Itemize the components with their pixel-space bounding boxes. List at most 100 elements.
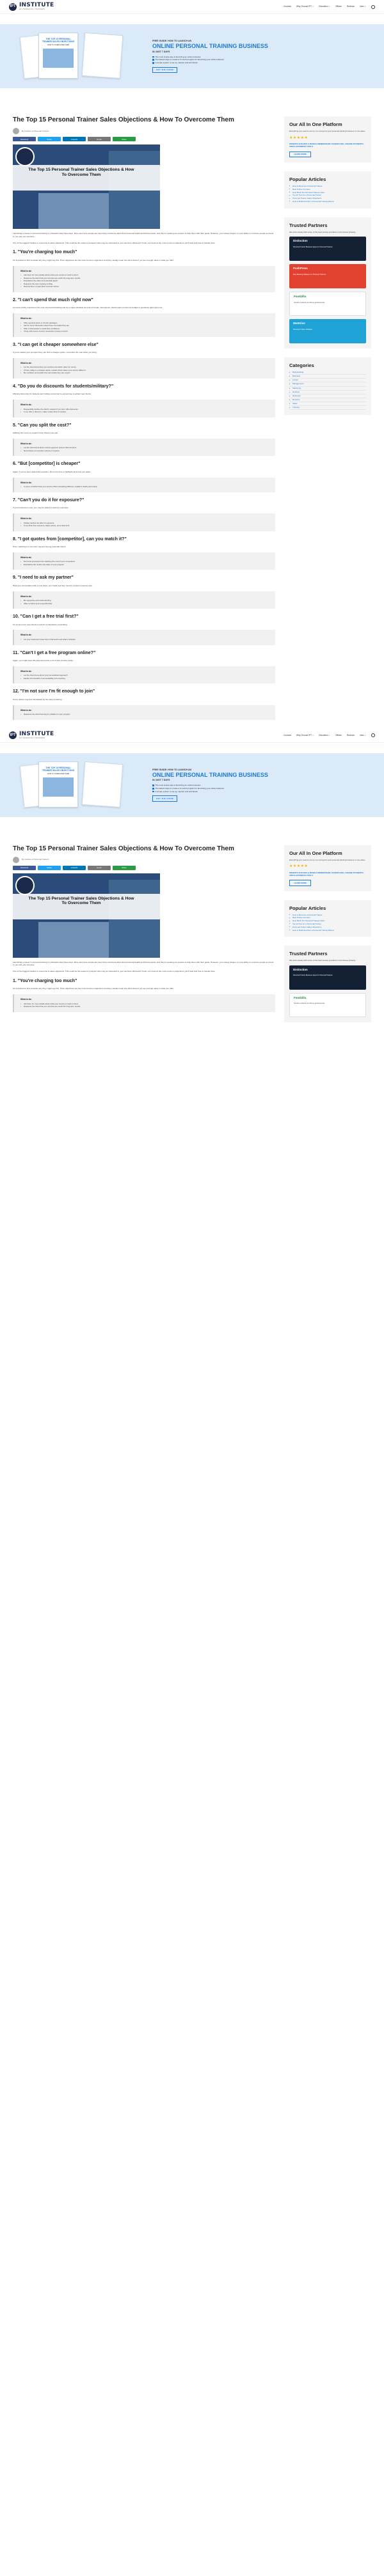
chevron-down-icon: ▼ [312,6,314,8]
nav-courses[interactable]: Courses [284,5,291,8]
tip-box: What to do: Ask them for more details ab… [13,265,275,292]
objection-body: It's important to first consider why the… [13,987,174,990]
partner-banner[interactable]: Foodzilla Nutrition software for fitness… [289,992,366,1017]
nav-jobs[interactable]: Jobs▼ [360,734,366,737]
popular-link[interactable]: How to Build and Run a Personal Training… [289,200,366,203]
share-twitter-button[interactable]: Twitter [38,865,61,870]
partner-desc: Nutrition software for fitness professio… [294,301,325,304]
get-guide-button[interactable]: GET THE GUIDE [152,66,178,74]
platform-promo: WEBSITE BUILDER & MOBILE MEMBERSHIP, SCH… [289,871,364,877]
tip-item: Reassure the client that your services a… [20,1005,269,1008]
chevron-down-icon: ▼ [312,734,314,737]
get-guide-button[interactable]: GET THE GUIDE [152,795,178,802]
avatar [13,128,19,134]
share-facebook-button[interactable]: Facebook [13,865,36,870]
objection-heading: 7. "Can't you do it for exposure?" [13,497,84,503]
objection-body: Some clients may feel intimidated by the… [13,698,63,701]
share-linkedin-button[interactable]: LinkedIn [63,137,86,142]
objection-heading: 1. "You're charging too much" [13,250,77,255]
tip-item: Emphasise the results and value of your … [20,563,269,566]
platform-text: Everything you need to set up, run and g… [289,858,366,861]
categories-card: Categories Bodybuilding Business Career … [284,357,371,416]
nav-why-choose[interactable]: Why Choose IPT▼ [296,5,314,8]
partner-banner[interactable]: Distinction Personal Trainer Business Ap… [289,237,366,262]
article: The Top 15 Personal Trainer Sales Object… [13,836,275,1022]
main-nav: Courses Why Choose IPT▼ Education▼ Offic… [284,4,375,9]
popular-title: Popular Articles [289,176,326,182]
objection-section: 1. "You're charging too much" It's impor… [13,250,275,292]
logo-tagline: OF PERSONAL TRAINERS [19,737,45,739]
share-more-button[interactable]: Share [113,137,136,142]
objection-body: Price matching is a common request among… [13,545,67,548]
tip-item: Explain the benefits of accountability a… [20,677,269,680]
tip-box: What to do: Be supportive and understand… [13,591,275,609]
share-twitter-button[interactable]: Twitter [38,137,61,142]
nav-education[interactable]: Education▼ [319,734,330,737]
guide-subtitle: HOW TO OVERCOME THEM [47,772,70,775]
partner-name: Distinction [293,967,308,971]
partners-text: We work closely with some of the best se… [289,230,356,233]
tip-label: What to do: [20,998,32,1001]
nav-offices[interactable]: Offices [335,5,342,8]
tip-item: If you think free exposure makes sense, … [20,524,269,527]
share-linkedin-button[interactable]: LinkedIn [63,865,86,870]
nav-offices[interactable]: Offices [335,734,342,737]
tip-box: What to do: Politely decline the offer f… [13,513,275,531]
share-more-button[interactable]: Share [113,865,136,870]
avatar [13,856,19,863]
learn-more-button[interactable]: LEARN MORE [289,151,312,157]
tip-box: What to do: Ask them for more details ab… [13,994,275,1012]
guide-subtitle: HOW TO OVERCOME THEM [47,44,70,47]
partner-name: WeStrive [293,322,305,325]
logo-badge-icon [15,147,35,167]
objection-section: 7. "Can't you do it for exposure?" If yo… [13,498,275,531]
search-icon[interactable] [371,733,375,738]
tip-label: What to do: [20,361,32,364]
guide-photo [43,777,74,797]
nav-reviews[interactable]: Reviews [347,734,355,737]
partner-banner[interactable]: PushPress Best Booking Software for Pers… [289,264,366,289]
guide-mockup: THE TOP 15 PERSONAL TRAINER SALES OBJECT… [19,31,133,81]
sidebar: Our All In One Platform Everything you n… [284,107,371,720]
hero-bullet: A simple system to set up, capture and s… [152,61,365,65]
logo[interactable]: IPT INSTITUTE OF PERSONAL TRAINERS [9,3,54,11]
logo[interactable]: IPT INSTITUTE OF PERSONAL TRAINERS [9,731,54,740]
partners-title: Trusted Partners [289,951,328,957]
share-email-button[interactable]: Email [88,137,111,142]
share-facebook-button[interactable]: Facebook [13,137,36,142]
partner-banner[interactable]: Distinction Personal Trainer Business Ap… [289,965,366,990]
tip-item: Let your customers know how a trial work… [20,638,269,641]
share-bar: Facebook Twitter LinkedIn Email Share [13,137,275,142]
tip-label: What to do: [20,517,32,520]
category-link[interactable]: Training [289,406,366,410]
page: IPT INSTITUTE OF PERSONAL TRAINERS Cours… [0,0,384,2576]
platform-card: Our All In One Platform Everything you n… [284,845,371,891]
article: The Top 15 Personal Trainer Sales Object… [13,107,275,720]
objection-heading: 4. "Do you do discounts for students/mil… [13,384,114,389]
guide-photo [43,48,74,68]
objection-section: 12. "I'm not sure I'm fit enough to join… [13,689,275,720]
search-icon[interactable] [371,4,375,9]
nav-courses[interactable]: Courses [284,734,291,737]
logo-badge-icon: IPT [9,731,17,740]
nav-why-choose[interactable]: Why Choose IPT▼ [296,734,314,737]
objection-heading: 10. "Can I get a free trial first?" [13,614,79,620]
site-header-block: IPT INSTITUTE OF PERSONAL TRAINERS Cours… [0,0,384,720]
categories-title: Categories [289,363,314,369]
popular-articles-card: Popular Articles How to Become a Persona… [284,900,371,937]
hero-title: ONLINE PERSONAL TRAINING BUSINESS [152,43,268,50]
popular-link[interactable]: How to Build and Run a Personal Training… [289,929,366,932]
partner-banner[interactable]: WeStrive Personal Trainer Software [289,319,366,344]
tip-item: If they still cannot commit, remember to… [20,330,269,333]
guide-mockup: THE TOP 15 PERSONAL TRAINER SALES OBJECT… [19,760,133,810]
intro-paragraph: One of the biggest hurdles to overcome i… [13,241,216,244]
tip-item: Remind them of past client success stori… [20,285,269,288]
partner-banner[interactable]: Foodzilla Nutrition software for fitness… [289,292,366,316]
share-email-button[interactable]: Email [88,865,111,870]
nav-education[interactable]: Education▼ [319,5,330,8]
intro-paragraph: Launching a career in personal training … [13,232,274,238]
learn-more-button[interactable]: LEARN MORE [289,880,312,886]
hero-banner: THE TOP 15 PERSONAL TRAINER SALES OBJECT… [0,24,384,88]
nav-jobs[interactable]: Jobs▼ [360,5,366,8]
nav-reviews[interactable]: Reviews [347,5,355,8]
